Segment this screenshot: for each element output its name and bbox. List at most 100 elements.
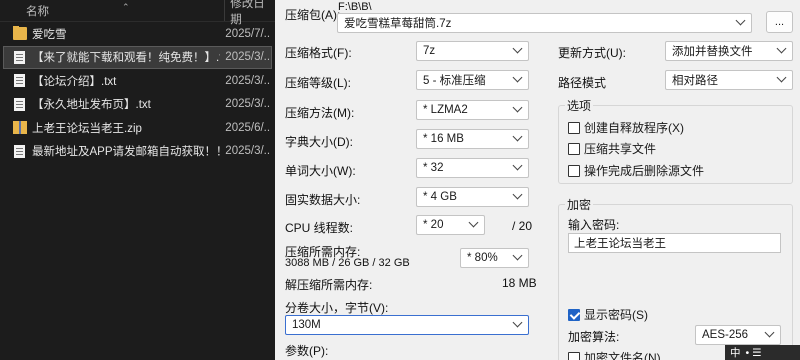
add-to-archive-dialog: 压缩包(A): F:\B\B\ 爱吃雪糕草莓甜筒.7z ... 压缩格式(F):…	[275, 0, 800, 360]
file-name-cell: 上老王论坛当老王.zip	[4, 120, 220, 136]
options-title: 选项	[565, 97, 594, 114]
password-value: 上老王论坛当老王	[574, 238, 666, 250]
text-file-icon	[14, 50, 25, 64]
file-date: 2025/6/...	[225, 121, 271, 134]
file-name: 【论坛介绍】.txt	[32, 75, 117, 88]
ime-extra-icons: • ☰	[745, 346, 762, 359]
chevron-down-icon	[764, 327, 775, 338]
text-file-icon	[14, 144, 25, 158]
folder-icon	[13, 25, 27, 41]
threads-max: / 20	[512, 219, 533, 233]
text-file-icon	[14, 97, 25, 111]
mem-percent-select[interactable]: * 80%	[460, 248, 529, 268]
file-name-cell: 爱吃雪	[4, 25, 220, 42]
ime-indicator[interactable]: 中 • ☰	[725, 345, 800, 360]
dict-select[interactable]: * 16 MB	[416, 129, 529, 149]
solid-value: * 4 GB	[423, 191, 457, 203]
path-mode-value: 相对路径	[672, 75, 718, 87]
mem-percent-value: * 80%	[467, 252, 498, 264]
file-date: 2025/3/...	[225, 51, 271, 64]
format-select[interactable]: 7z	[416, 41, 529, 61]
checkbox-icon	[568, 142, 580, 155]
update-label: 更新方式(U):	[558, 46, 626, 60]
file-date: 2025/3/...	[225, 98, 271, 111]
chevron-down-icon	[512, 102, 523, 113]
dict-value: * 16 MB	[423, 133, 464, 145]
method-value: * LZMA2	[423, 104, 468, 116]
solid-label: 固实数据大小:	[285, 193, 361, 207]
level-label: 压缩等级(L):	[285, 76, 352, 90]
level-value: 5 - 标准压缩	[423, 75, 486, 87]
params-label: 参数(P):	[285, 344, 329, 358]
sfx-label: 创建自释放程序(X)	[584, 121, 684, 135]
file-name-cell: 【来了就能下载和观看！纯免费！】.txt	[4, 49, 220, 65]
file-row[interactable]: 上老王论坛当老王.zip 2025/6/...	[3, 116, 272, 140]
file-name: 【永久地址发布页】.txt	[32, 99, 151, 112]
file-date: 2025/3/...	[225, 145, 271, 158]
file-row[interactable]: 【永久地址发布页】.txt 2025/3/...	[3, 93, 272, 117]
format-value: 7z	[423, 45, 436, 57]
chevron-down-icon	[512, 160, 523, 171]
list-header: ⌃ 名称 修改日期	[0, 0, 275, 26]
chevron-down-icon	[512, 189, 523, 200]
mem-comp-value: 3088 MB / 26 GB / 32 GB	[285, 257, 410, 269]
chevron-down-icon	[468, 217, 479, 228]
chevron-down-icon	[735, 15, 746, 26]
volume-label: 分卷大小，字节(V):	[285, 301, 389, 315]
ime-mode: 中	[730, 347, 741, 359]
chevron-down-icon	[512, 317, 523, 328]
delete-checkbox[interactable]: 操作完成后删除源文件	[568, 162, 704, 179]
file-name-cell: 【论坛介绍】.txt	[4, 73, 220, 89]
show-password-label: 显示密码(S)	[584, 308, 648, 322]
archive-path: F:\B\B\	[338, 1, 372, 13]
file-date: 2025/7/...	[225, 27, 271, 40]
file-explorer-pane: ⌃ 名称 修改日期 爱吃雪 2025/7/... 【来了就能下载和观看！纯免费！】.…	[0, 0, 275, 360]
word-value: * 32	[423, 162, 444, 174]
column-header-date[interactable]: 修改日期	[224, 0, 275, 26]
word-select[interactable]: * 32	[416, 158, 529, 178]
password-input[interactable]: 上老王论坛当老王	[568, 233, 781, 253]
text-file-icon	[14, 74, 25, 88]
volume-combo[interactable]: 130M	[285, 315, 529, 335]
chevron-down-icon	[776, 43, 787, 54]
file-name: 上老王论坛当老王.zip	[32, 122, 142, 135]
encrypt-names-checkbox[interactable]: 加密文件名(N)	[568, 349, 661, 360]
solid-select[interactable]: * 4 GB	[416, 187, 529, 207]
encryption-title: 加密	[565, 196, 594, 213]
file-name: 爱吃雪	[32, 28, 67, 41]
sfx-checkbox[interactable]: 创建自释放程序(X)	[568, 119, 684, 136]
level-select[interactable]: 5 - 标准压缩	[416, 70, 529, 90]
file-name-cell: 最新地址及APP请发邮箱自动获取！！！...	[4, 143, 220, 159]
show-password-checkbox[interactable]: 显示密码(S)	[568, 306, 648, 323]
method-label: 压缩方法(M):	[285, 106, 355, 120]
file-row[interactable]: 【来了就能下载和观看！纯免费！】.txt 2025/3/...	[3, 45, 272, 69]
encryption-method-label: 加密算法:	[568, 330, 620, 344]
delete-label: 操作完成后删除源文件	[584, 164, 705, 178]
column-header-name[interactable]: 名称	[0, 3, 224, 19]
archive-name-combo[interactable]: 爱吃雪糕草莓甜筒.7z	[337, 13, 752, 33]
encryption-method-select[interactable]: AES-256	[695, 325, 781, 345]
zip-file-icon	[13, 121, 27, 135]
method-select[interactable]: * LZMA2	[416, 100, 529, 120]
file-row[interactable]: 最新地址及APP请发邮箱自动获取！！！... 2025/3/...	[3, 140, 272, 164]
path-mode-select[interactable]: 相对路径	[665, 70, 793, 90]
password-label: 输入密码:	[568, 218, 620, 232]
mem-decomp-label: 解压缩所需内存:	[285, 278, 373, 292]
update-select[interactable]: 添加并替换文件	[665, 41, 793, 61]
update-value: 添加并替换文件	[672, 46, 753, 58]
shared-checkbox[interactable]: 压缩共享文件	[568, 140, 656, 157]
checkbox-checked-icon	[568, 308, 580, 321]
encrypt-names-label: 加密文件名(N)	[584, 351, 661, 360]
chevron-down-icon	[512, 131, 523, 142]
mem-decomp-value: 18 MB	[502, 276, 537, 290]
browse-button[interactable]: ...	[766, 11, 793, 33]
threads-select[interactable]: * 20	[416, 215, 485, 235]
threads-label: CPU 线程数:	[285, 221, 354, 235]
volume-value: 130M	[292, 319, 321, 331]
file-name: 最新地址及APP请发邮箱自动获取！！！...	[32, 146, 220, 159]
file-list: 爱吃雪 2025/7/... 【来了就能下载和观看！纯免费！】.txt 2025/3/…	[0, 22, 275, 163]
chevron-down-icon	[512, 72, 523, 83]
file-row[interactable]: 【论坛介绍】.txt 2025/3/...	[3, 69, 272, 93]
archive-name-value: 爱吃雪糕草莓甜筒.7z	[344, 18, 452, 30]
file-name-cell: 【永久地址发布页】.txt	[4, 96, 220, 112]
